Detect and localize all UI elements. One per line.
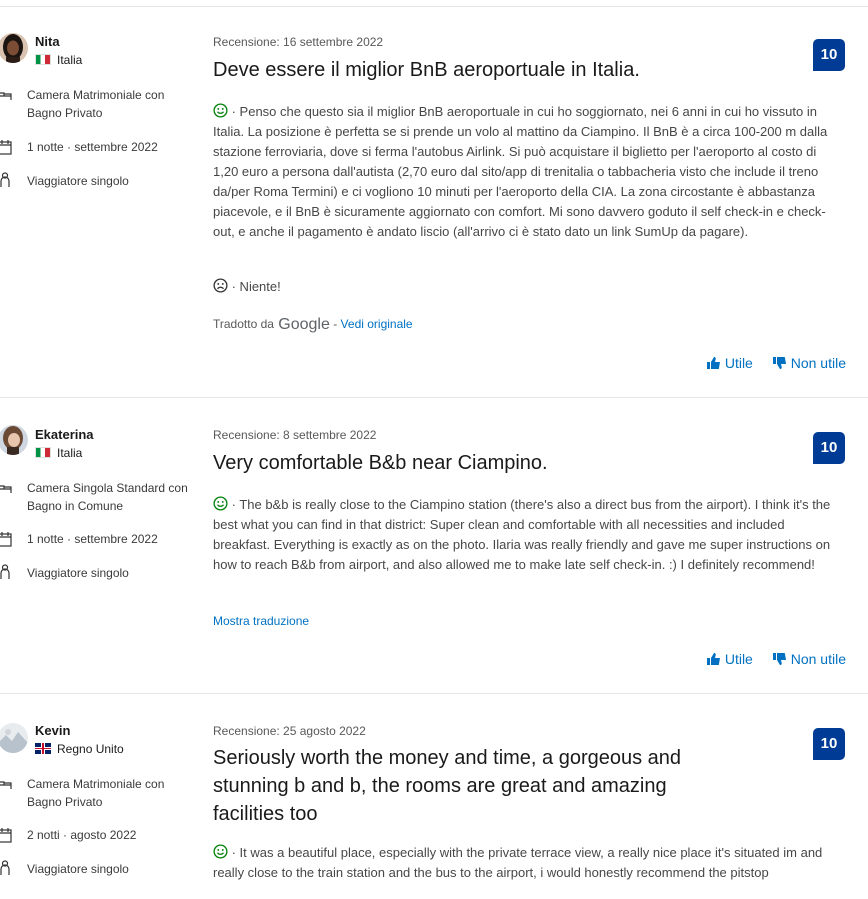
score-badge: 10 — [813, 39, 845, 71]
traveler-icon — [0, 860, 10, 875]
traveler-icon — [0, 564, 10, 579]
vote-bar: Utile Non utile — [691, 355, 846, 372]
uk-flag-icon — [35, 743, 51, 754]
thumbs-down-icon — [772, 357, 786, 369]
review-title: Very comfortable B&b near Ciampino. — [213, 452, 548, 474]
smile-icon — [213, 496, 228, 511]
review-date: Recensione: 8 settembre 2022 — [213, 428, 377, 442]
reviewer-name: Nita — [35, 34, 60, 49]
frown-icon — [213, 278, 228, 293]
view-original-link[interactable]: Vedi originale — [341, 317, 413, 331]
traveler-type: Viaggiatore singolo — [27, 862, 129, 876]
translation-note: Mostra traduzione — [213, 614, 309, 628]
review-card: Ekaterina Italia Camera Singola Standard… — [0, 398, 868, 694]
review-title: Seriously worth the money and time, a go… — [213, 747, 682, 825]
negative-comment: · Niente! — [213, 278, 281, 294]
not-helpful-button[interactable]: Non utile — [772, 651, 846, 667]
google-logo: Google — [278, 316, 330, 333]
positive-comment: · Penso che questo sia il miglior BnB ae… — [213, 103, 828, 239]
smile-icon — [213, 103, 228, 118]
score-badge: 10 — [813, 432, 845, 464]
thumbs-down-icon — [772, 653, 786, 665]
italy-flag-icon — [35, 54, 51, 65]
score-badge: 10 — [813, 728, 845, 760]
room-type: Camera Matrimoniale con Bagno Privato — [27, 777, 165, 809]
show-translation-link[interactable]: Mostra traduzione — [213, 614, 309, 628]
helpful-button[interactable]: Utile — [706, 651, 753, 667]
positive-comment: · The b&b is really close to the Ciampin… — [213, 496, 831, 572]
positive-comment: · It was a beautiful place, especially w… — [213, 844, 823, 880]
reviewer-country: Regno Unito — [35, 742, 124, 756]
reviewer-name: Kevin — [35, 723, 71, 738]
traveler-type: Viaggiatore singolo — [27, 174, 129, 188]
reviewer-name: Ekaterina — [35, 427, 94, 442]
review-date: Recensione: 16 settembre 2022 — [213, 35, 384, 49]
smile-icon — [213, 844, 228, 859]
bed-icon — [0, 92, 12, 100]
room-type: Camera Singola Standard con Bagno in Com… — [27, 481, 188, 513]
review-title: Deve essere il miglior BnB aeroportuale … — [213, 59, 640, 81]
review-card: Kevin Regno Unito Camera Matrimoniale co… — [0, 694, 868, 899]
review-date: Recensione: 25 agosto 2022 — [213, 724, 366, 738]
reviewer-country: Italia — [35, 53, 82, 67]
thumbs-up-icon — [706, 357, 720, 369]
calendar-icon — [0, 828, 12, 843]
helpful-button[interactable]: Utile — [706, 355, 753, 371]
calendar-icon — [0, 140, 12, 155]
avatar — [0, 425, 28, 455]
stay-info: 2 notti · agosto 2022 — [27, 828, 137, 842]
stay-info: 1 notte · settembre 2022 — [27, 140, 158, 154]
reviewer-country: Italia — [35, 446, 82, 460]
vote-bar: Utile Non utile — [691, 651, 846, 668]
avatar — [0, 33, 28, 63]
translation-note: Tradotto da Google - Vedi originale — [213, 316, 413, 333]
stay-info: 1 notte · settembre 2022 — [27, 532, 158, 546]
review-card: Nita Italia Camera Matrimoniale con Bagn… — [0, 0, 868, 398]
thumbs-up-icon — [706, 653, 720, 665]
italy-flag-icon — [35, 447, 51, 458]
not-helpful-button[interactable]: Non utile — [772, 355, 846, 371]
room-type: Camera Matrimoniale con Bagno Privato — [27, 88, 165, 120]
bed-icon — [0, 485, 12, 493]
traveler-type: Viaggiatore singolo — [27, 566, 129, 580]
avatar — [0, 723, 28, 753]
traveler-icon — [0, 172, 10, 187]
bed-icon — [0, 781, 12, 789]
calendar-icon — [0, 532, 12, 547]
